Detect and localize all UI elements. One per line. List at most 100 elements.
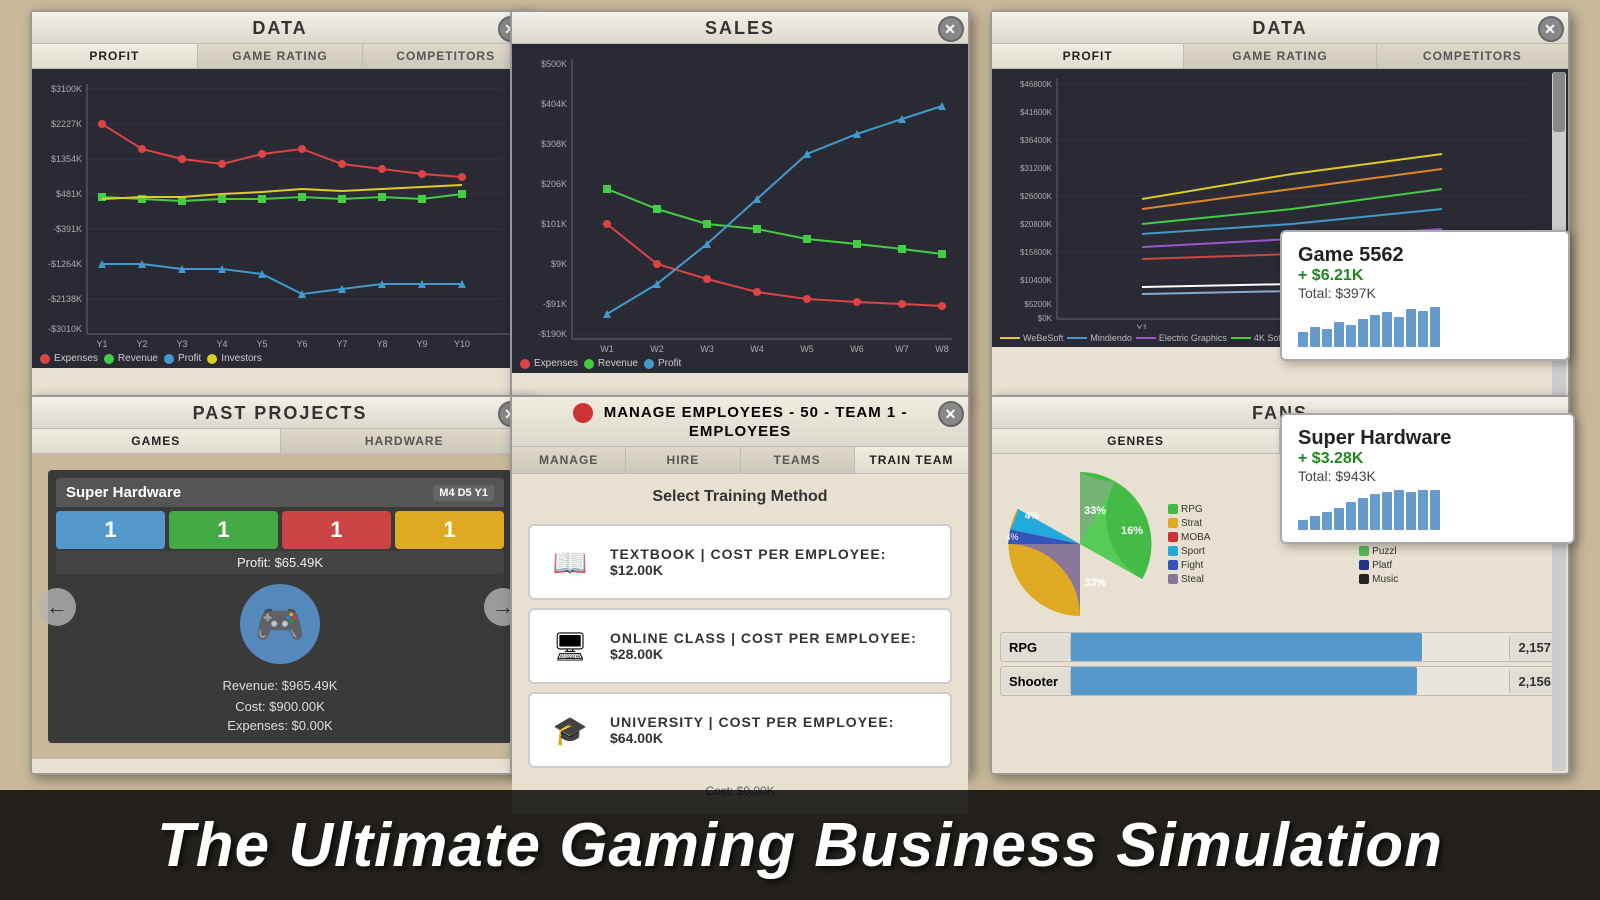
svg-text:$481K: $481K (56, 189, 82, 199)
svg-text:33%: 33% (1084, 505, 1106, 517)
genre-bar-shooter (1071, 667, 1509, 695)
profit-chart-left: $3100K $2227K $1354K $481K -$391K -$1264… (32, 69, 528, 349)
svg-text:Y6: Y6 (296, 339, 307, 349)
employee-status-indicator (573, 403, 593, 423)
notif-game5562-title: Game 5562 (1298, 244, 1552, 267)
training-online[interactable]: 🖥 Online Class | Cost Per Employee: $28.… (528, 608, 952, 684)
score-boxes: 1 1 1 1 (56, 511, 504, 549)
tab-game-rating-right[interactable]: Game Rating (1184, 44, 1376, 68)
past-projects-title: Past Projects (193, 403, 368, 423)
manage-employees-title: Manage Employees - 50 - Team 1 - Employe… (604, 404, 908, 440)
past-projects-tabs: Games Hardware (32, 429, 528, 454)
sales-panel-close[interactable]: ✕ (938, 16, 964, 42)
svg-text:W7: W7 (895, 344, 909, 354)
university-cost: $64.00K (610, 730, 894, 746)
training-university[interactable]: 🎓 University | Cost Per Employee: $64.00… (528, 692, 952, 768)
svg-text:33%: 33% (1084, 577, 1106, 589)
svg-text:$0K: $0K (1038, 314, 1053, 323)
svg-text:W3: W3 (700, 344, 714, 354)
tab-hire[interactable]: Hire (626, 447, 740, 473)
fans-pie-chart: 33% 16% 33% 4% 4% (1000, 464, 1160, 624)
svg-text:$46800K: $46800K (1020, 80, 1053, 89)
online-cost: $28.00K (610, 646, 917, 662)
svg-text:$500K: $500K (541, 59, 567, 69)
tab-train-team[interactable]: Train Team (855, 447, 968, 473)
project-cost: Cost: $900.00K (56, 697, 504, 716)
project-name: Super Hardware (66, 484, 181, 501)
genre-row-shooter: Shooter 2,156 (1000, 666, 1560, 696)
manage-employees-header: Manage Employees - 50 - Team 1 - Employe… (512, 397, 968, 447)
tab-genres[interactable]: Genres (992, 429, 1280, 453)
svg-text:-$391K: -$391K (53, 224, 82, 234)
online-class-icon: 🖥 (546, 622, 594, 670)
notif-superhardware-total: Total: $943K (1298, 468, 1557, 484)
past-projects-panel: Past Projects ✕ Games Hardware ← → Super… (30, 395, 530, 775)
svg-text:$20800K: $20800K (1020, 220, 1053, 229)
online-label: Online Class | Cost Per Employee: (610, 630, 917, 646)
svg-text:$9K: $9K (551, 259, 567, 269)
textbook-label: Textbook | Cost Per Employee: (610, 546, 886, 562)
svg-text:W2: W2 (650, 344, 664, 354)
project-card-header: Super Hardware M4 D5 Y1 (56, 478, 504, 507)
svg-text:-$1264K: -$1264K (48, 259, 82, 269)
tab-manage[interactable]: Manage (512, 447, 626, 473)
tab-profit-left[interactable]: Profit (32, 44, 198, 68)
tab-competitors-right[interactable]: Competitors (1377, 44, 1568, 68)
svg-text:Y4: Y4 (216, 339, 227, 349)
genre-row-rpg: RPG 2,157 (1000, 632, 1560, 662)
project-profit: Profit: $65.49K (56, 551, 504, 574)
data-panel-left-header: Data ✕ (32, 12, 528, 44)
notif-superhardware-bars (1298, 490, 1557, 530)
notif-game5562-gain: + $6.21K (1298, 267, 1552, 285)
svg-text:$31200K: $31200K (1020, 164, 1053, 173)
genre-bar-rpg (1071, 633, 1509, 661)
tab-teams[interactable]: Teams (741, 447, 855, 473)
svg-text:W4: W4 (750, 344, 764, 354)
tab-hardware[interactable]: Hardware (281, 429, 529, 453)
svg-text:$36400K: $36400K (1020, 136, 1053, 145)
svg-text:Y5: Y5 (256, 339, 267, 349)
training-content: Select Training Method 📖 Textbook | Cost… (512, 474, 968, 814)
sales-panel-header: Sales ✕ (512, 12, 968, 44)
manage-employees-tabs: Manage Hire Teams Train Team (512, 447, 968, 474)
tab-games[interactable]: Games (32, 429, 281, 453)
notif-superhardware-gain: + $3.28K (1298, 450, 1557, 468)
notif-game5562-bars (1298, 307, 1552, 347)
svg-text:W6: W6 (850, 344, 864, 354)
svg-text:-$3010K: -$3010K (48, 324, 82, 334)
svg-text:-$91K: -$91K (543, 299, 567, 309)
tab-profit-right[interactable]: Profit (992, 44, 1184, 68)
sales-chart: $500K $404K $308K $206K $101K $9K -$91K … (512, 44, 968, 354)
manage-employees-close[interactable]: ✕ (938, 401, 964, 427)
svg-text:$5200K: $5200K (1024, 300, 1052, 309)
svg-text:4%: 4% (1025, 511, 1040, 522)
svg-text:Y2: Y2 (136, 339, 147, 349)
tagline: The Ultimate Gaming Business Simulation (157, 810, 1443, 881)
genre-bars: RPG 2,157 Shooter 2,156 (992, 632, 1568, 704)
sales-legend-profit: Profit (644, 358, 681, 369)
data-panel-right-close[interactable]: ✕ (1538, 16, 1564, 42)
svg-text:Y7: Y7 (336, 339, 347, 349)
prev-project-button[interactable]: ← (38, 588, 76, 626)
tab-competitors-left[interactable]: Competitors (363, 44, 528, 68)
training-title: Select Training Method (512, 474, 968, 516)
textbook-icon: 📖 (546, 538, 594, 586)
training-online-info: Online Class | Cost Per Employee: $28.00… (610, 630, 917, 662)
past-projects-content: ← → Super Hardware M4 D5 Y1 1 1 1 1 Prof… (32, 454, 528, 759)
svg-text:$3100K: $3100K (51, 84, 82, 94)
svg-text:Y10: Y10 (454, 339, 470, 349)
tab-game-rating-left[interactable]: Game Rating (198, 44, 364, 68)
svg-text:$101K: $101K (541, 219, 567, 229)
university-label: University | Cost Per Employee: (610, 714, 894, 730)
data-panel-left-title: Data (252, 18, 307, 38)
svg-text:$206K: $206K (541, 179, 567, 189)
legend-investors: Investors (207, 353, 262, 364)
project-expenses: Expenses: $0.00K (56, 716, 504, 735)
svg-text:$41600K: $41600K (1020, 108, 1053, 117)
data-panel-right-title: Data (1252, 18, 1307, 38)
svg-text:$308K: $308K (541, 139, 567, 149)
training-university-info: University | Cost Per Employee: $64.00K (610, 714, 894, 746)
genre-label-shooter: Shooter (1001, 670, 1071, 693)
training-textbook[interactable]: 📖 Textbook | Cost Per Employee: $12.00K (528, 524, 952, 600)
past-projects-header: Past Projects ✕ (32, 397, 528, 429)
